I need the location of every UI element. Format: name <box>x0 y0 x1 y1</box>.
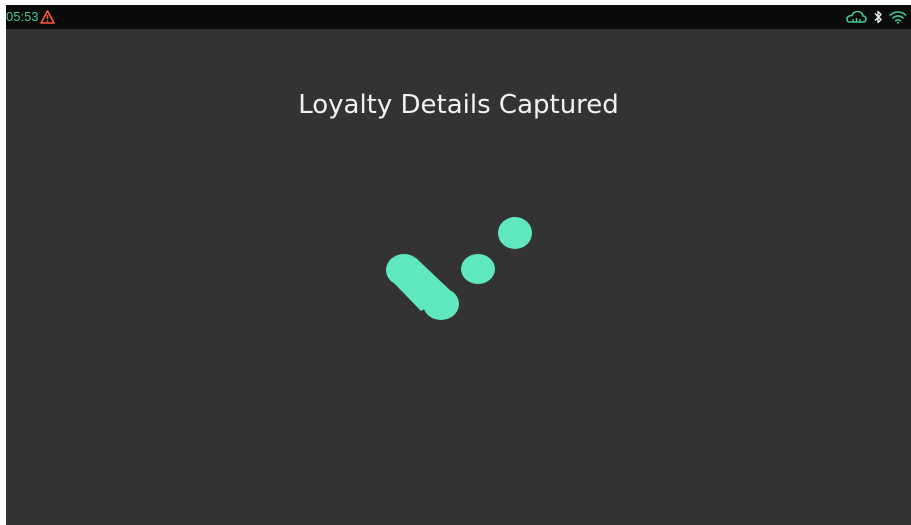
warning-icon <box>40 10 55 24</box>
app-screen: 05:53 Loyalty Details Captured <box>6 5 911 525</box>
status-bar: 05:53 <box>6 5 911 29</box>
status-time: 05:53 <box>6 9 39 24</box>
status-icons <box>845 8 907 26</box>
loader-shape <box>386 217 532 320</box>
cloud-icon <box>846 10 867 23</box>
loading-dots-icon <box>386 217 532 320</box>
wifi-icon <box>889 11 907 24</box>
bluetooth-icon <box>874 10 882 24</box>
page-title: Loyalty Details Captured <box>298 90 619 120</box>
